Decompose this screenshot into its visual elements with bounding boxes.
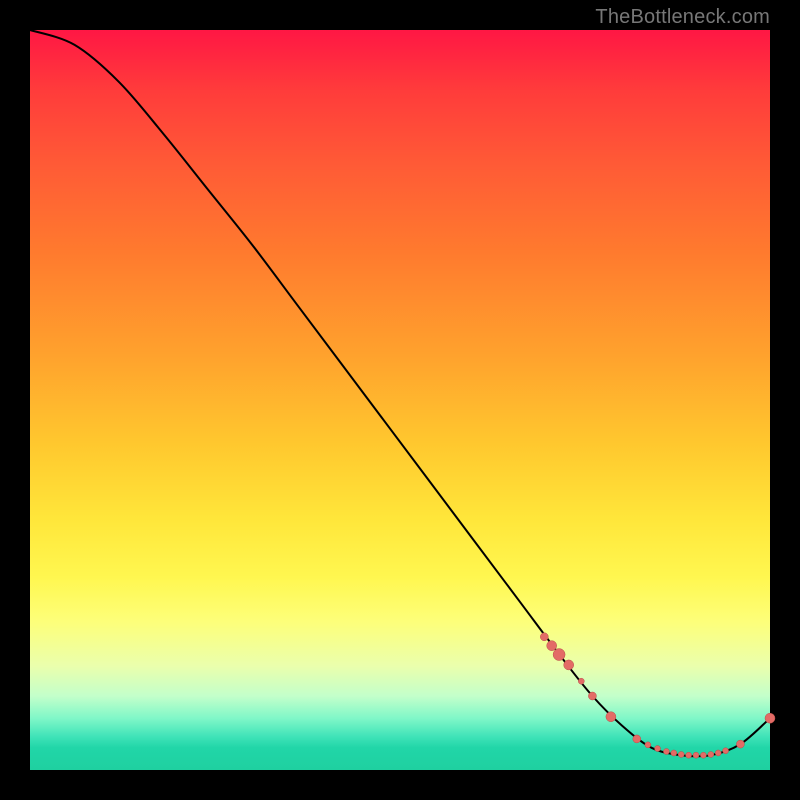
data-point xyxy=(700,752,706,758)
chart-svg xyxy=(30,30,770,770)
data-point xyxy=(588,692,596,700)
data-point xyxy=(765,713,775,723)
data-point xyxy=(715,750,721,756)
watermark-text: TheBottleneck.com xyxy=(595,6,770,29)
data-point xyxy=(645,742,651,748)
data-point xyxy=(663,749,669,755)
plot-area xyxy=(30,30,770,770)
data-point xyxy=(686,752,692,758)
bottleneck-curve xyxy=(30,30,770,756)
data-point xyxy=(723,748,729,754)
data-point xyxy=(655,746,661,752)
data-point xyxy=(553,649,565,661)
data-point xyxy=(736,740,744,748)
data-point xyxy=(578,678,584,684)
data-point xyxy=(540,633,548,641)
data-point xyxy=(564,660,574,670)
data-points-group xyxy=(540,633,775,758)
data-point xyxy=(547,641,557,651)
data-point xyxy=(606,712,616,722)
chart-frame: TheBottleneck.com xyxy=(0,0,800,800)
data-point xyxy=(633,735,641,743)
data-point xyxy=(693,752,699,758)
data-point xyxy=(678,751,684,757)
data-point xyxy=(708,751,714,757)
data-point xyxy=(671,750,677,756)
